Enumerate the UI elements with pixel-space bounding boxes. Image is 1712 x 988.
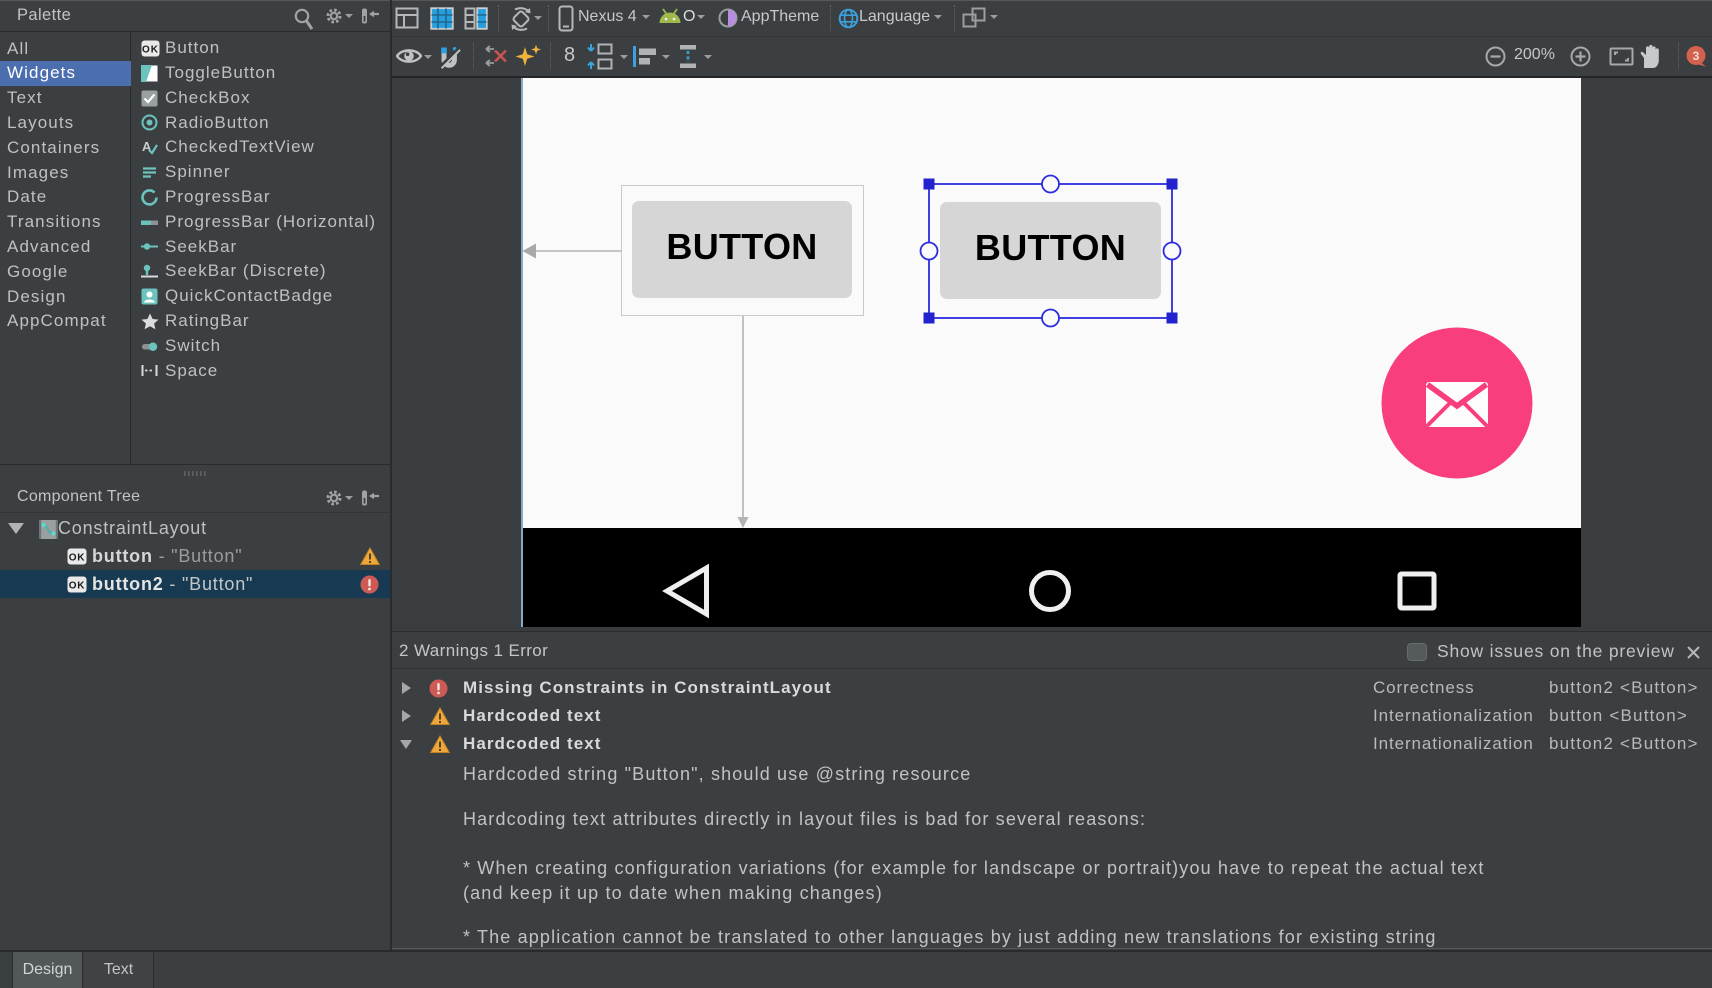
svg-text:OK: OK [69, 552, 86, 563]
svg-text:OK: OK [69, 580, 86, 591]
svg-text:3: 3 [1693, 49, 1700, 63]
svg-text:OK: OK [142, 44, 159, 55]
